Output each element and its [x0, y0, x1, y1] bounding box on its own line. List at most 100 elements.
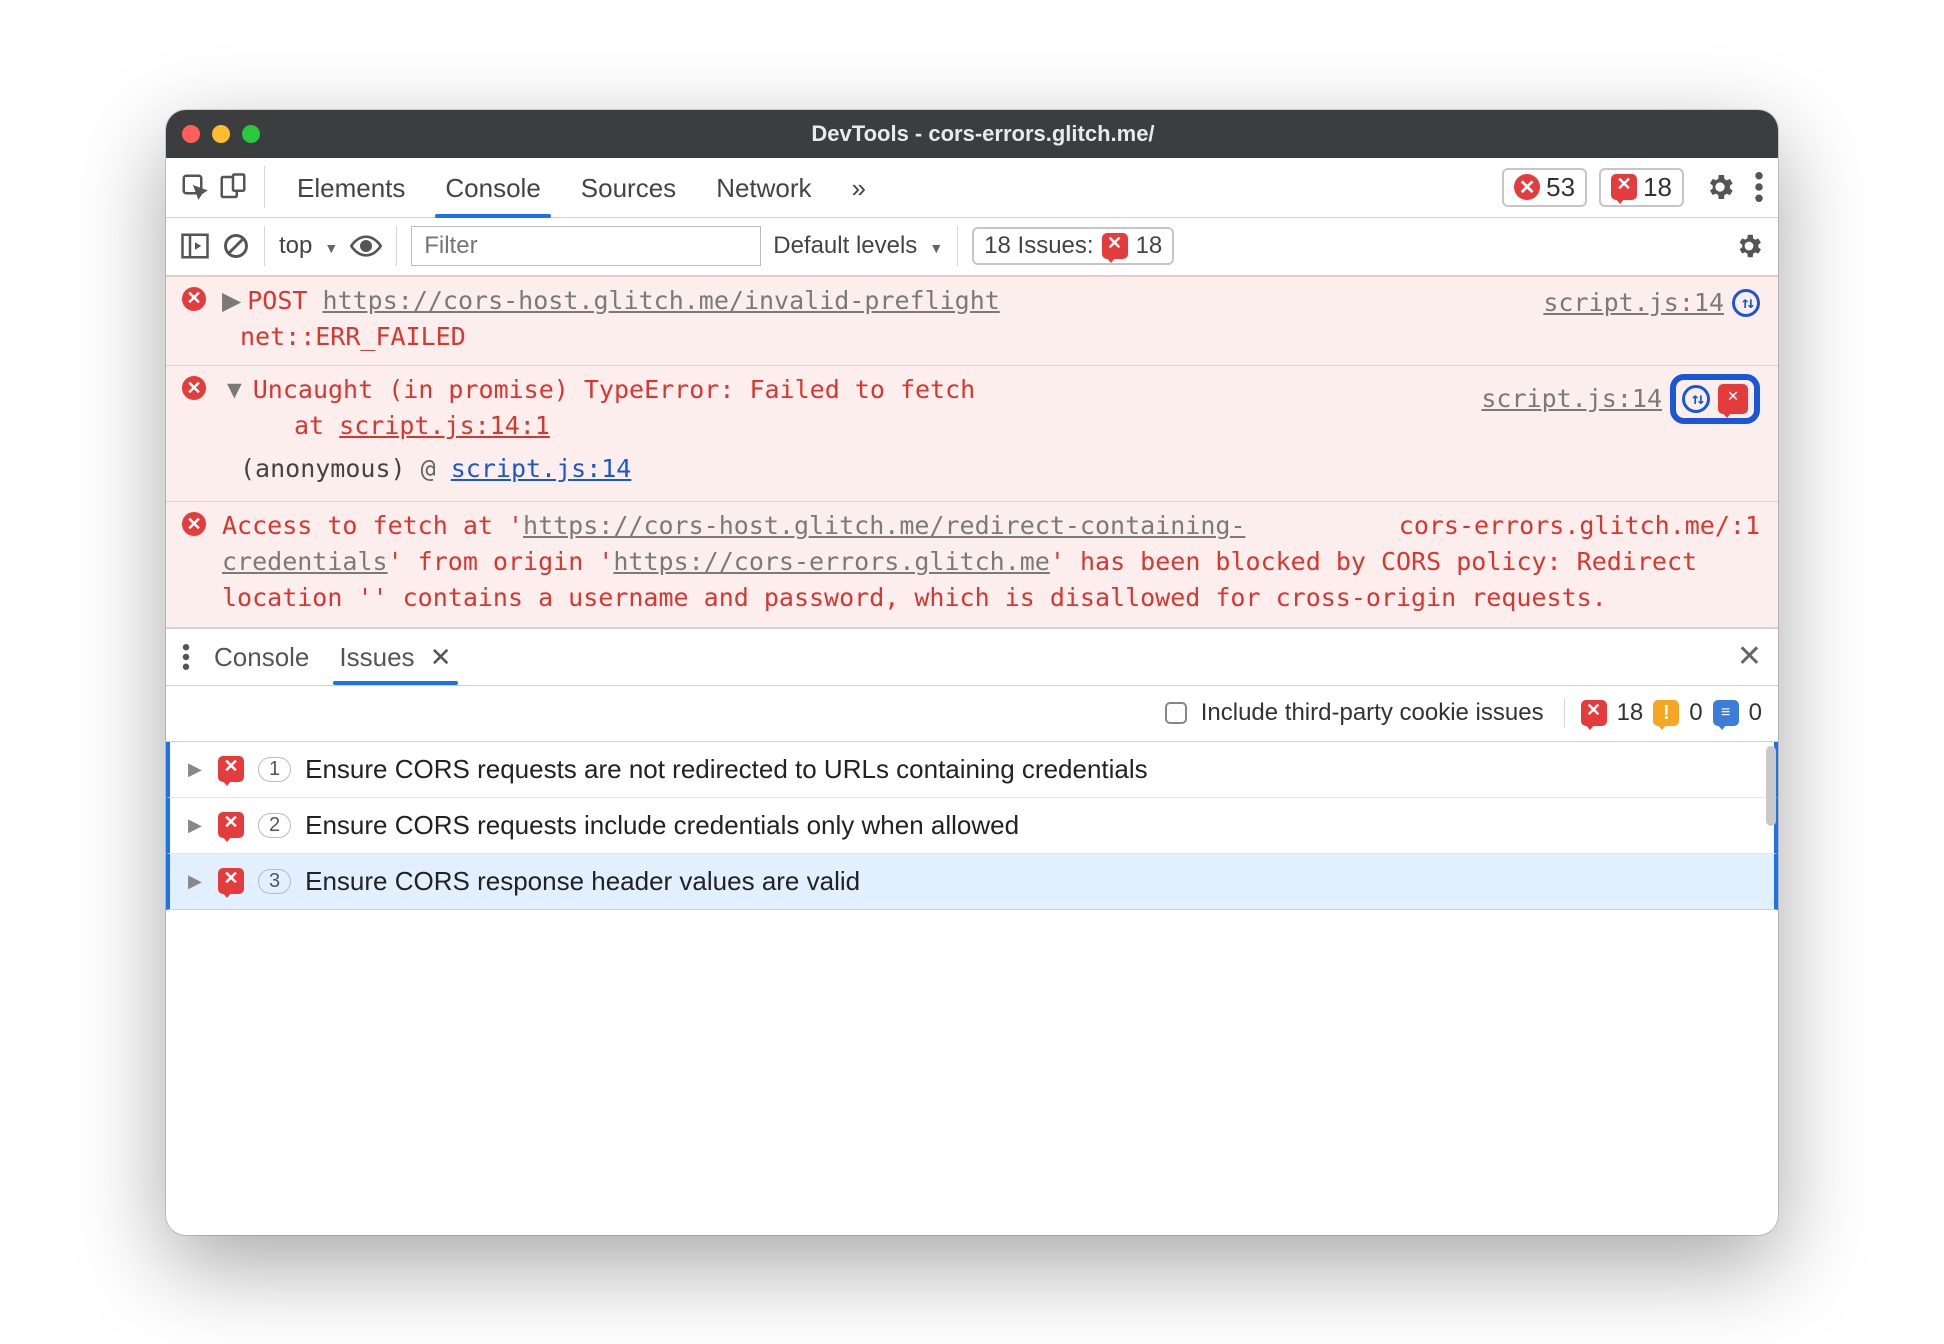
tab-elements[interactable]: Elements [281, 159, 421, 216]
console-message-js-error[interactable]: ✕ ▼Uncaught (in promise) TypeError: Fail… [166, 366, 1778, 502]
issues-list: ▶ 1 Ensure CORS requests are not redirec… [166, 742, 1778, 1235]
errors-pill[interactable]: ✕ 53 [1502, 168, 1587, 207]
chevron-down-icon [925, 232, 943, 260]
highlighted-callout [1670, 374, 1760, 424]
issue-errors-count: 18 [1617, 699, 1644, 727]
execution-context-selector[interactable]: top [279, 232, 338, 260]
network-request-icon[interactable] [1732, 289, 1760, 317]
drawer-tab-issues-label: Issues [339, 642, 414, 672]
console-controls: top Default levels 18 Issues: 18 [166, 218, 1778, 276]
anonymous-label: (anonymous) [240, 454, 406, 483]
separator [264, 226, 265, 266]
warning-icon: ! [1653, 700, 1679, 726]
console-settings-gear-icon[interactable] [1734, 231, 1764, 261]
issue-count-badge: 1 [258, 757, 291, 782]
info-icon: ≡ [1713, 700, 1739, 726]
issues-header-label: 18 Issues: [984, 232, 1093, 260]
errors-count: 53 [1546, 172, 1575, 203]
more-tabs-button[interactable]: » [836, 159, 882, 216]
issue-icon[interactable] [1718, 384, 1748, 414]
source-link[interactable]: script.js:14 [1543, 285, 1724, 321]
close-tab-icon[interactable]: ✕ [430, 642, 452, 672]
context-label: top [279, 232, 312, 260]
source-link[interactable]: cors-errors.glitch.me/:1 [1399, 508, 1760, 544]
include-third-party-checkbox[interactable] [1165, 702, 1187, 724]
network-request-icon[interactable] [1682, 385, 1710, 413]
live-expression-icon[interactable] [350, 234, 382, 258]
include-third-party-label: Include third-party cookie issues [1201, 699, 1544, 727]
issues-pill[interactable]: 18 [1599, 168, 1684, 207]
clear-console-icon[interactable] [222, 232, 250, 260]
issue-kind-counts: 18 ! 0 ≡ 0 [1564, 699, 1762, 727]
cors-url-2[interactable]: https://cors-errors.glitch.me [613, 547, 1050, 576]
console-message-cors-error[interactable]: ✕ cors-errors.glitch.me/:1 Access to fet… [166, 502, 1778, 628]
drawer-tabs: Console Issues ✕ ✕ [166, 628, 1778, 686]
separator [957, 226, 958, 266]
close-drawer-icon[interactable]: ✕ [1737, 639, 1762, 674]
disclosure-triangle-icon[interactable]: ▶ [188, 815, 204, 836]
main-toolbar: Elements Console Sources Network » ✕ 53 … [166, 158, 1778, 218]
error-icon: ✕ [1514, 174, 1540, 200]
tab-console[interactable]: Console [429, 159, 556, 216]
stack-link[interactable]: script.js:14:1 [339, 411, 550, 440]
tab-network[interactable]: Network [700, 159, 827, 216]
customize-menu-icon[interactable] [1754, 172, 1764, 202]
scrollbar[interactable] [1766, 746, 1776, 826]
log-levels-selector[interactable]: Default levels [773, 232, 943, 260]
anon-link[interactable]: script.js:14 [451, 454, 632, 483]
issue-row[interactable]: ▶ 2 Ensure CORS requests include credent… [166, 798, 1778, 854]
settings-gear-icon[interactable] [1704, 171, 1736, 203]
error-icon: ✕ [182, 287, 206, 311]
error-icon: ✕ [182, 512, 206, 536]
chevron-down-icon [320, 232, 338, 260]
drawer-more-icon[interactable] [182, 644, 190, 670]
disclosure-triangle-icon[interactable]: ▶ [222, 287, 241, 315]
network-status: net::ERR_FAILED [240, 319, 1760, 355]
issues-shortcut[interactable]: 18 Issues: 18 [972, 227, 1174, 265]
issues-filter-bar: Include third-party cookie issues 18 ! 0… [166, 686, 1778, 742]
console-messages: ✕ ▶POST https://cors-host.glitch.me/inva… [166, 276, 1778, 628]
disclosure-triangle-icon[interactable]: ▶ [188, 871, 204, 892]
issue-icon [218, 868, 244, 894]
issue-row[interactable]: ▶ 1 Ensure CORS requests are not redirec… [166, 742, 1778, 798]
titlebar: DevTools - cors-errors.glitch.me/ [166, 110, 1778, 158]
issue-icon [1581, 700, 1607, 726]
message-source: script.js:14 [1481, 374, 1760, 424]
close-window-button[interactable] [182, 125, 200, 143]
stack-at: at [294, 411, 339, 440]
levels-label: Default levels [773, 232, 917, 260]
issue-icon [218, 756, 244, 782]
issue-icon [218, 812, 244, 838]
error-headline: Uncaught (in promise) TypeError: Failed … [253, 375, 975, 404]
issues-badge-count: 18 [1136, 232, 1163, 260]
issue-count-badge: 3 [258, 869, 291, 894]
issue-info-count: 0 [1749, 699, 1762, 727]
drawer-tab-console[interactable]: Console [208, 630, 315, 683]
disclosure-triangle-icon[interactable]: ▶ [188, 759, 204, 780]
filter-input[interactable] [411, 226, 761, 266]
separator [396, 226, 397, 266]
cors-text-mid1: ' from origin ' [388, 547, 614, 576]
request-url-link[interactable]: https://cors-host.glitch.me/invalid-pref… [323, 286, 1000, 315]
inspect-element-icon[interactable] [180, 172, 210, 202]
error-icon: ✕ [182, 376, 206, 400]
issue-count-badge: 2 [258, 813, 291, 838]
anon-separator: @ [406, 454, 451, 483]
separator [264, 166, 265, 208]
console-message-network-error[interactable]: ✕ ▶POST https://cors-host.glitch.me/inva… [166, 276, 1778, 367]
device-toggle-icon[interactable] [218, 172, 248, 202]
issues-count: 18 [1643, 172, 1672, 203]
message-source: script.js:14 [1543, 285, 1760, 321]
console-sidebar-toggle-icon[interactable] [180, 232, 210, 260]
devtools-window: DevTools - cors-errors.glitch.me/ Elemen… [166, 110, 1778, 1235]
source-link[interactable]: script.js:14 [1481, 381, 1662, 417]
issue-icon [1611, 174, 1637, 200]
issue-title: Ensure CORS requests are not redirected … [305, 754, 1148, 785]
window-title: DevTools - cors-errors.glitch.me/ [204, 121, 1762, 147]
issue-title: Ensure CORS requests include credentials… [305, 810, 1019, 841]
drawer-tab-issues[interactable]: Issues ✕ [333, 630, 457, 683]
disclosure-triangle-icon[interactable]: ▼ [222, 376, 247, 404]
tab-sources[interactable]: Sources [565, 159, 692, 216]
issue-row[interactable]: ▶ 3 Ensure CORS response header values a… [166, 854, 1778, 910]
issue-warnings-count: 0 [1689, 699, 1702, 727]
